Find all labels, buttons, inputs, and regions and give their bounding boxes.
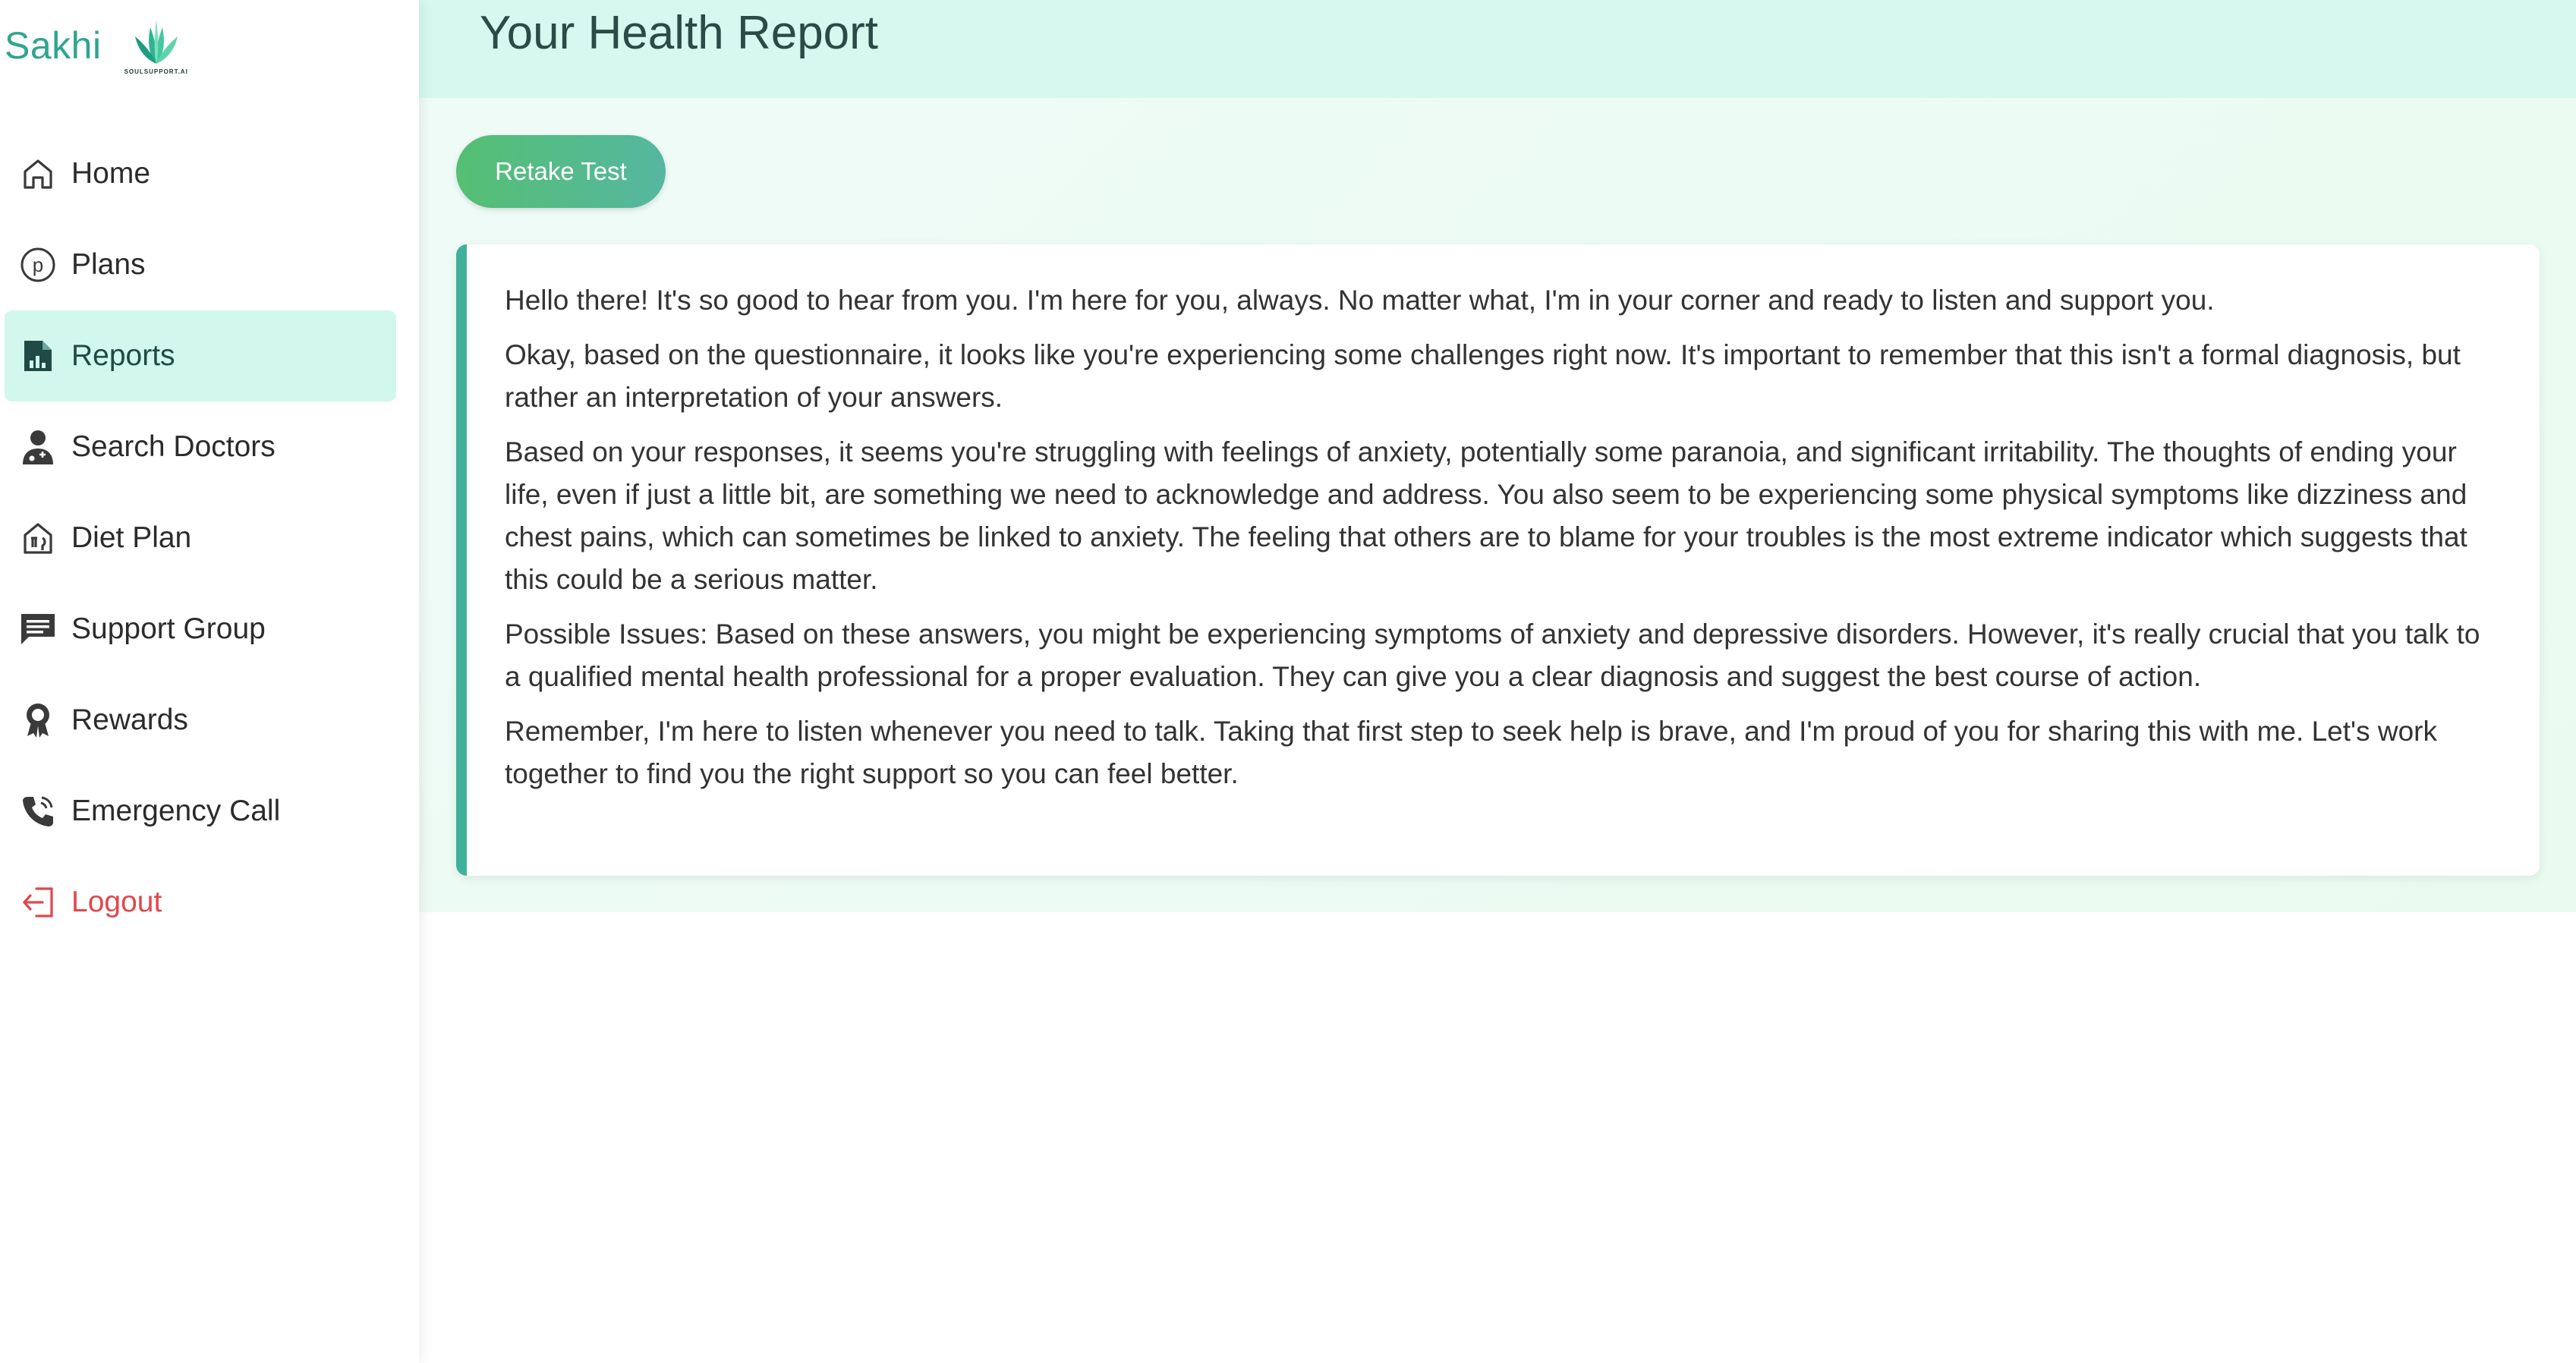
svg-text:p: p	[33, 253, 43, 276]
leaf-logo-icon	[134, 19, 178, 64]
sidebar-item-label: Rewards	[71, 704, 188, 736]
sidebar-item-label: Support Group	[71, 612, 266, 645]
chat-icon	[17, 608, 59, 650]
home-icon	[17, 153, 59, 195]
logout-icon	[17, 881, 59, 924]
report-paragraph: Possible Issues: Based on these answers,…	[505, 619, 2480, 692]
diet-house-icon	[17, 517, 59, 559]
sidebar: Sakhi SOULSUPPORT.AI Home p Plans Report…	[0, 0, 419, 1363]
sidebar-item-label: Reports	[71, 339, 175, 372]
phone-icon	[17, 790, 59, 833]
doctor-icon	[17, 426, 59, 468]
sidebar-item-home[interactable]: Home	[5, 128, 396, 219]
brand[interactable]: Sakhi SOULSUPPORT.AI	[5, 8, 188, 83]
report-section: Retake Test Hello there! It's so good to…	[419, 98, 2576, 912]
sidebar-nav: Home p Plans Reports Search Doctors Diet…	[5, 128, 396, 948]
retake-test-button[interactable]: Retake Test	[456, 135, 666, 208]
plans-p-icon: p	[17, 244, 59, 286]
sidebar-item-emergency-call[interactable]: Emergency Call	[5, 766, 396, 857]
sidebar-item-logout[interactable]: Logout	[5, 857, 396, 948]
sidebar-item-label: Diet Plan	[71, 521, 192, 554]
report-paragraph: Hello there! It's so good to hear from y…	[505, 285, 2215, 316]
sidebar-item-label: Plans	[71, 248, 146, 281]
sidebar-item-reports[interactable]: Reports	[5, 310, 396, 401]
sidebar-item-rewards[interactable]: Rewards	[5, 675, 396, 766]
report-chart-icon	[17, 335, 59, 377]
sidebar-item-search-doctors[interactable]: Search Doctors	[5, 401, 396, 493]
main-area: Your Health Report Retake Test Hello the…	[419, 0, 2576, 1363]
report-paragraph: Based on your responses, it seems you're…	[505, 436, 2467, 595]
app-root: Sakhi SOULSUPPORT.AI Home p Plans Report…	[0, 0, 2576, 1363]
page-title: Your Health Report	[480, 7, 879, 59]
report-card: Hello there! It's so good to hear from y…	[456, 244, 2540, 876]
page-header: Your Health Report	[419, 0, 2576, 98]
brand-name: Sakhi	[5, 24, 102, 67]
sidebar-item-support-group[interactable]: Support Group	[5, 584, 396, 675]
award-icon	[17, 699, 59, 741]
report-paragraph: Okay, based on the questionnaire, it loo…	[505, 339, 2461, 413]
sidebar-item-label: Home	[71, 157, 151, 190]
brand-logo-caption: SOULSUPPORT.AI	[124, 68, 188, 75]
sidebar-item-plans[interactable]: p Plans	[5, 219, 396, 310]
sidebar-item-diet-plan[interactable]: Diet Plan	[5, 493, 396, 584]
sidebar-item-label: Emergency Call	[71, 795, 281, 827]
sidebar-item-label: Logout	[71, 886, 162, 918]
report-paragraph: Remember, I'm here to listen whenever yo…	[505, 716, 2437, 789]
brand-logo: SOULSUPPORT.AI	[124, 17, 188, 75]
sidebar-item-label: Search Doctors	[71, 430, 276, 463]
